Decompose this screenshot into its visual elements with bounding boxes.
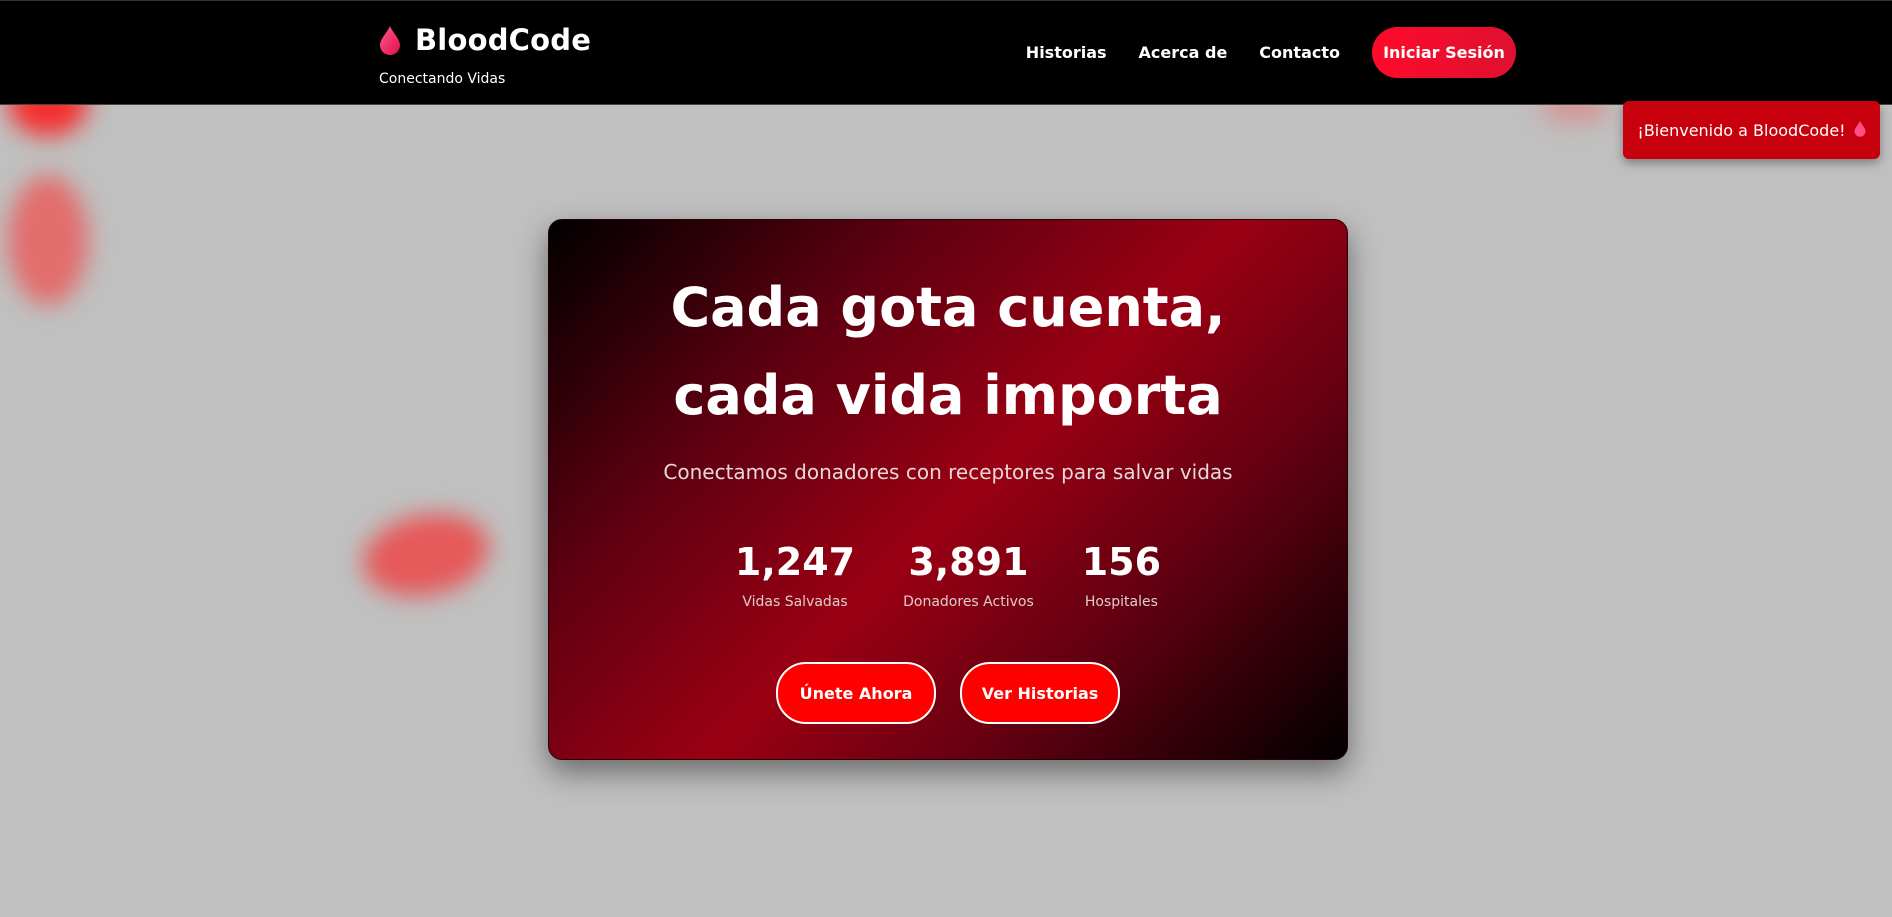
stat-label: Hospitales: [1084, 594, 1158, 610]
stat-lives-saved: 1,247 Vidas Salvadas: [735, 542, 855, 610]
hero-actions: Únete Ahora Ver Historias: [549, 662, 1347, 724]
stat-value: 156: [1081, 540, 1162, 584]
blurred-drop-decoration: [8, 175, 88, 305]
toast-message: ¡Bienvenido a BloodCode!: [1637, 120, 1846, 140]
welcome-toast[interactable]: ¡Bienvenido a BloodCode!: [1623, 101, 1880, 159]
nav-link-acerca-de[interactable]: Acerca de: [1139, 43, 1228, 62]
top-navbar: BloodCode Conectando Vidas Historias Ace…: [0, 0, 1892, 105]
blood-drop-icon: [1854, 120, 1866, 141]
blurred-drop-decoration: [355, 502, 497, 608]
nav-link-historias[interactable]: Historias: [1026, 43, 1107, 62]
hero-card: Cada gota cuenta, cada vida importa Cone…: [548, 219, 1348, 760]
stat-value: 3,891: [908, 540, 1029, 584]
stat-value: 1,247: [734, 540, 856, 584]
main-nav: Historias Acerca de Contacto Iniciar Ses…: [1026, 27, 1516, 78]
brand[interactable]: BloodCode Conectando Vidas: [379, 23, 591, 87]
nav-link-contacto[interactable]: Contacto: [1259, 43, 1340, 62]
hero-title: Cada gota cuenta, cada vida importa: [670, 276, 1226, 427]
brand-name: BloodCode: [415, 23, 592, 57]
blood-drop-icon: [379, 25, 401, 55]
stat-label: Vidas Salvadas: [742, 594, 848, 610]
view-stories-button[interactable]: Ver Historias: [960, 662, 1120, 724]
stats-row: 1,247 Vidas Salvadas 3,891 Donadores Act…: [549, 542, 1347, 610]
join-now-button[interactable]: Únete Ahora: [776, 662, 936, 724]
stat-label: Donadores Activos: [903, 594, 1034, 610]
stat-active-donors: 3,891 Donadores Activos: [903, 542, 1034, 610]
stat-hospitals: 156 Hospitales: [1082, 542, 1161, 610]
login-button[interactable]: Iniciar Sesión: [1372, 27, 1516, 78]
brand-tagline: Conectando Vidas: [379, 71, 506, 87]
hero-subtitle: Conectamos donadores con receptores para…: [663, 460, 1233, 484]
